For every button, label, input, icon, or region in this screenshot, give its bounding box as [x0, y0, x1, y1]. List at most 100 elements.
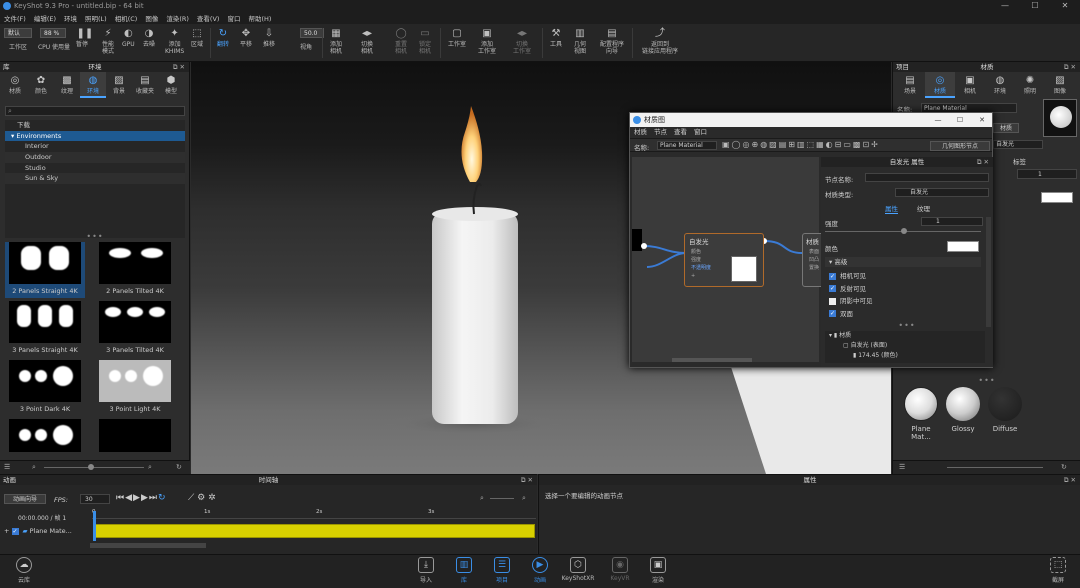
- keyvr-button[interactable]: ◉ KeyVR: [608, 557, 632, 582]
- zoom-out-icon[interactable]: ⌕: [32, 463, 36, 472]
- add-camera-button[interactable]: ▦ 添加 相机: [330, 24, 342, 62]
- menu-node[interactable]: 节点: [654, 127, 667, 138]
- material-type-field[interactable]: 自发光: [993, 140, 1043, 149]
- tree-item-outdoor[interactable]: Outdoor: [5, 152, 185, 163]
- tab-favorites[interactable]: ▤ 收藏夹: [132, 72, 158, 98]
- playhead[interactable]: [93, 511, 96, 541]
- fov-button[interactable]: 视角: [296, 38, 316, 60]
- tree-item-studio[interactable]: Studio: [5, 163, 185, 174]
- grid-view-icon[interactable]: ☰: [4, 463, 10, 471]
- tab-scene[interactable]: ▤ 场景: [895, 72, 925, 98]
- thumbnail-3-point-dark[interactable]: 3 Point Dark 4K: [5, 360, 85, 416]
- maximize-button[interactable]: ☐: [1020, 0, 1050, 12]
- tree-item-interior[interactable]: Interior: [5, 141, 185, 152]
- menu-lighting[interactable]: 照明(L): [85, 13, 107, 23]
- geometry-view-button[interactable]: ▥ 几何 视图: [574, 24, 586, 62]
- splitter-handle[interactable]: •••: [821, 321, 993, 330]
- thumbnail-more-1[interactable]: [5, 419, 85, 452]
- thumbnail-3-panels-straight[interactable]: 3 Panels Straight 4K: [5, 301, 85, 357]
- panel-close-icon[interactable]: ⧉ ✕: [977, 157, 989, 167]
- library-toggle-button[interactable]: ▥ 库: [452, 557, 476, 584]
- minimize-button[interactable]: —: [990, 0, 1020, 12]
- library-search-input[interactable]: ⌕: [5, 106, 185, 116]
- tab-colors[interactable]: ✿ 颜色: [28, 72, 54, 98]
- graph-tool-icons[interactable]: ▣◯◎⊕◍▨▤⊞▥⬚▦◐⊟▭▩⊡✢: [722, 140, 880, 149]
- panel-close-icon[interactable]: ⧉ ✕: [1064, 62, 1076, 72]
- tree-item-sun-sky[interactable]: Sun & Sky: [5, 173, 185, 185]
- menu-camera[interactable]: 相机(C): [115, 13, 138, 23]
- switch-studio-button[interactable]: ◂▸ 切换 工作室: [510, 24, 534, 62]
- splitter-handle[interactable]: •••: [893, 376, 1080, 385]
- tree-emissive-surface[interactable]: ▢ 自发光 (表面): [829, 341, 985, 351]
- tab-camera[interactable]: ▣ 相机: [955, 72, 985, 98]
- denoise-button[interactable]: ◑ 去噪: [143, 24, 155, 62]
- gpu-button[interactable]: ◐ GPU: [122, 24, 135, 62]
- menu-edit[interactable]: 编辑(E): [34, 13, 56, 23]
- import-button[interactable]: ⤓ 导入: [414, 557, 438, 584]
- maximize-button[interactable]: ☐: [950, 113, 970, 127]
- tab-labels[interactable]: 标签: [1013, 156, 1026, 166]
- tab-models[interactable]: ⬢ 模型: [158, 72, 184, 98]
- timeline-scrollbar[interactable]: [90, 543, 206, 548]
- tab-textures[interactable]: ▩ 纹理: [54, 72, 80, 98]
- color-swatch[interactable]: [1041, 192, 1073, 203]
- slider-thumb[interactable]: [88, 464, 94, 470]
- tab-backgrounds[interactable]: ▨ 背景: [106, 72, 132, 98]
- tree-item-downloads[interactable]: 下载: [5, 120, 185, 131]
- swatch-glossy[interactable]: Glossy: [943, 387, 983, 433]
- panel-close-icon[interactable]: ⧉ ✕: [1064, 475, 1076, 485]
- tree-color[interactable]: ▮ 174.45 (颜色): [829, 351, 985, 361]
- playback-controls[interactable]: ⏮◀▶▶⏭↻: [116, 493, 167, 503]
- refresh-icon[interactable]: ↻: [176, 463, 182, 471]
- close-button[interactable]: ✕: [972, 113, 992, 127]
- panel-close-icon[interactable]: ⧉ ✕: [521, 475, 533, 485]
- timeline-zoom-in-icon[interactable]: ⌕: [522, 494, 526, 503]
- tools-button[interactable]: ⚒ 工具: [550, 24, 562, 62]
- menu-image[interactable]: 图像: [145, 13, 158, 23]
- menu-window[interactable]: 窗口: [694, 127, 707, 138]
- cpu-usage-select[interactable]: 88 %: [40, 28, 66, 38]
- timeline-zoom-out-icon[interactable]: ⌕: [480, 494, 484, 503]
- thumbnail-3-point-light[interactable]: 3 Point Light 4K: [95, 360, 175, 416]
- intensity-slider-thumb[interactable]: [901, 228, 907, 234]
- thumbnail-size-slider[interactable]: [44, 467, 144, 468]
- thumbnail-3-panels-tilted[interactable]: 3 Panels Tilted 4K: [95, 301, 175, 357]
- return-link-button[interactable]: ⤴ 返回到 链接应用程序: [640, 24, 680, 62]
- performance-mode-button[interactable]: ⚡ 性能 模式: [98, 24, 118, 62]
- fov-input[interactable]: 50.0: [300, 28, 324, 38]
- cloud-library-button[interactable]: ☁ 云库: [12, 557, 36, 584]
- material-graph-button[interactable]: 材质: [993, 123, 1019, 133]
- studio-button[interactable]: ▢ 工作室: [446, 24, 468, 62]
- menu-help[interactable]: 帮助(H): [248, 13, 271, 23]
- menu-file[interactable]: 文件(F): [4, 13, 26, 23]
- advanced-section[interactable]: ▾ 高级: [825, 257, 981, 267]
- timeline-zoom-slider[interactable]: [490, 498, 514, 499]
- emissive-node[interactable]: 自发光 颜色 强度 不透明度 +: [684, 233, 764, 287]
- close-button[interactable]: ✕: [1050, 0, 1080, 12]
- dolly-button[interactable]: ⇩ 推移: [263, 24, 275, 62]
- check-two-sided[interactable]: ✓ 双面: [829, 308, 873, 321]
- emission-color-swatch[interactable]: [947, 241, 979, 252]
- render-button[interactable]: ▣ 渲染: [646, 557, 670, 584]
- graph-name-input[interactable]: Plane Material: [657, 141, 717, 150]
- tab-texture[interactable]: 纹理: [917, 203, 930, 213]
- menu-environment[interactable]: 环境: [64, 13, 77, 23]
- switch-camera-button[interactable]: ◂▸ 切换 相机: [361, 24, 373, 62]
- swatch-plane-material[interactable]: Plane Mat...: [901, 387, 941, 441]
- panel-close-icon[interactable]: ⧉ ✕: [173, 62, 185, 72]
- check-camera-visible[interactable]: ✓ 相机可见: [829, 270, 873, 283]
- thumbnail-more-2[interactable]: [95, 419, 175, 452]
- canvas-scrollbar[interactable]: [672, 358, 752, 362]
- timeline-tools-icon[interactable]: ⟋ ⚙ ✲: [188, 493, 216, 503]
- keyshotxr-button[interactable]: ⬡ KeyShotXR: [562, 557, 594, 582]
- add-khims-button[interactable]: ✦ 添加 KHIMS: [165, 24, 184, 62]
- menu-render[interactable]: 渲染(R): [166, 13, 189, 23]
- thumbnail-2-panels-tilted[interactable]: 2 Panels Tilted 4K: [95, 242, 175, 298]
- track-row[interactable]: + ✓ ▰ Plane Mate...: [4, 526, 72, 536]
- tab-image[interactable]: ▨ 图像: [1045, 72, 1075, 98]
- value-field[interactable]: 1: [1017, 169, 1077, 179]
- screenshot-button[interactable]: ⬚ 截屏: [1046, 557, 1070, 584]
- tab-materials[interactable]: ◎ 材质: [2, 72, 28, 98]
- timeline-ruler[interactable]: 0 1s 2s 3s: [92, 509, 536, 519]
- refresh-icon[interactable]: ↻: [1061, 463, 1067, 471]
